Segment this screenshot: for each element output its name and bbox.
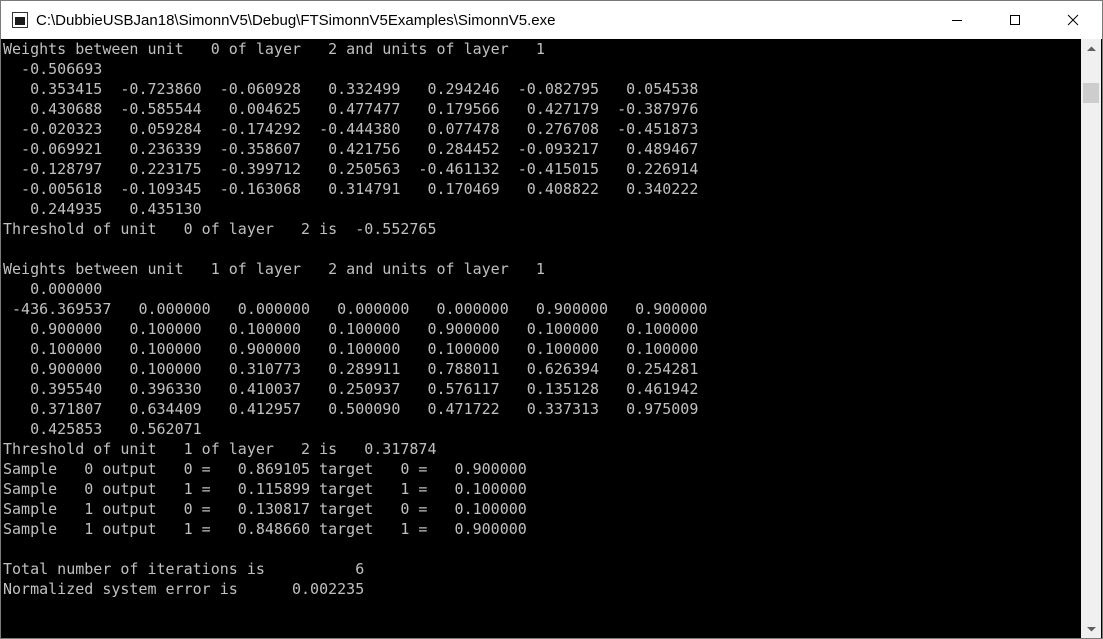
console-line: Weights between unit 1 of layer 2 and un… (3, 260, 545, 278)
console-line: -0.506693 (3, 60, 103, 78)
console-line: 0.353415 -0.723860 -0.060928 0.332499 0.… (3, 80, 699, 98)
scroll-down-arrow-icon[interactable] (1081, 619, 1101, 638)
console-line: 0.900000 0.100000 0.310773 0.289911 0.78… (3, 360, 699, 378)
minimize-button[interactable] (928, 1, 986, 39)
console-line: 0.371807 0.634409 0.412957 0.500090 0.47… (3, 400, 699, 418)
console-line: 0.244935 0.435130 (3, 200, 202, 218)
console-line: 0.430688 -0.585544 0.004625 0.477477 0.1… (3, 100, 699, 118)
console-line: 0.000000 (3, 280, 103, 298)
maximize-button[interactable] (986, 1, 1044, 39)
window-title: C:\DubbieUSBJan18\SimonnV5\Debug\FTSimon… (36, 11, 556, 29)
console-line: -0.128797 0.223175 -0.399712 0.250563 -0… (3, 160, 699, 178)
maximize-icon (1010, 15, 1020, 25)
console-line: 0.395540 0.396330 0.410037 0.250937 0.57… (3, 380, 699, 398)
title-bar[interactable]: C:\DubbieUSBJan18\SimonnV5\Debug\FTSimon… (1, 1, 1102, 39)
console-line: -0.069921 0.236339 -0.358607 0.421756 0.… (3, 140, 699, 158)
console-line: -0.005618 -0.109345 -0.163068 0.314791 0… (3, 180, 699, 198)
console-line: Total number of iterations is 6 (3, 560, 365, 578)
minimize-icon (952, 20, 962, 21)
close-icon (1067, 14, 1079, 26)
scroll-up-arrow-icon[interactable] (1081, 39, 1101, 58)
console-window: C:\DubbieUSBJan18\SimonnV5\Debug\FTSimon… (0, 0, 1103, 639)
caption-buttons (928, 1, 1102, 39)
console-line: Threshold of unit 1 of layer 2 is 0.3178… (3, 440, 437, 458)
console-line: Threshold of unit 0 of layer 2 is -0.552… (3, 220, 437, 238)
console-output[interactable]: Weights between unit 0 of layer 2 and un… (1, 39, 1081, 638)
console-line: Sample 0 output 1 = 0.115899 target 1 = … (3, 480, 527, 498)
console-line: 0.100000 0.100000 0.900000 0.100000 0.10… (3, 340, 699, 358)
vertical-scrollbar[interactable] (1081, 39, 1101, 638)
console-line: Weights between unit 0 of layer 2 and un… (3, 40, 545, 58)
scrollbar-thumb[interactable] (1083, 83, 1099, 103)
console-line: Sample 1 output 0 = 0.130817 target 0 = … (3, 500, 527, 518)
console-line: Sample 0 output 0 = 0.869105 target 0 = … (3, 460, 527, 478)
console-line: 0.425853 0.562071 (3, 420, 202, 438)
console-line: Sample 1 output 1 = 0.848660 target 1 = … (3, 520, 527, 538)
close-button[interactable] (1044, 1, 1102, 39)
console-app-icon[interactable] (12, 12, 28, 28)
console-line: -436.369537 0.000000 0.000000 0.000000 0… (3, 300, 708, 318)
console-line: -0.020323 0.059284 -0.174292 -0.444380 0… (3, 120, 699, 138)
console-line: 0.900000 0.100000 0.100000 0.100000 0.90… (3, 320, 699, 338)
console-line: Normalized system error is 0.002235 (3, 580, 365, 598)
